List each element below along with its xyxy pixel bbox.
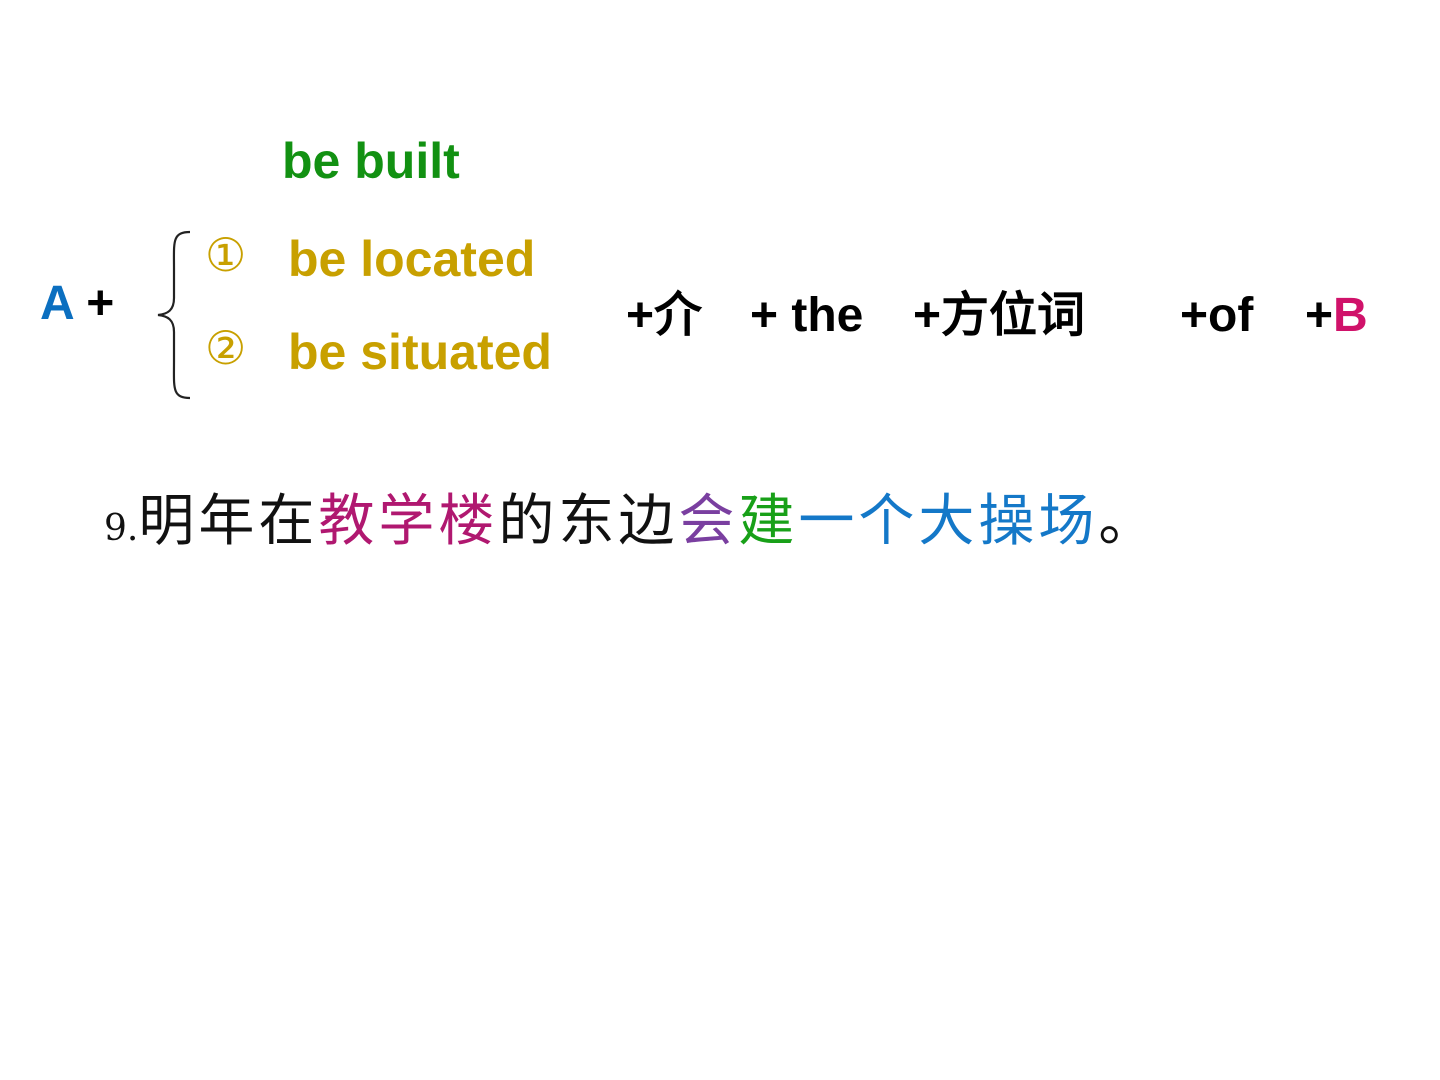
sentence-segment-playground: 一个大操场 — [798, 489, 1099, 554]
sentence-segment-time: 明年在 — [138, 489, 319, 554]
sentence-segment-direction: 的东边 — [498, 489, 679, 554]
be-built-phrase: be built — [282, 133, 460, 189]
formula-of: +of — [1180, 289, 1254, 342]
left-curly-brace — [157, 230, 191, 400]
letter-a: A — [40, 277, 73, 330]
plus-sign: + — [72, 277, 115, 330]
formula-the: + the — [750, 289, 864, 342]
formula-b: +B — [1305, 292, 1368, 340]
sentence-period: 。 — [1098, 489, 1159, 554]
sentence-segment-build: 建 — [738, 489, 799, 554]
sentence-segment-building: 教学楼 — [318, 489, 499, 554]
option-1-text: be located — [288, 231, 536, 287]
option-2-text: be situated — [288, 324, 552, 380]
formula-preposition: +介 — [626, 289, 703, 342]
option-1-marker: ① — [205, 228, 247, 282]
letter-b: B — [1333, 289, 1368, 342]
subject-a-label: A + — [40, 280, 114, 328]
exercise-number: 9. — [104, 508, 139, 549]
sentence-segment-will: 会 — [678, 489, 739, 554]
exercise-sentence: 9.明年在教学楼的东边会建一个大操场。 — [104, 494, 1158, 550]
option-2-marker: ② — [205, 321, 247, 375]
formula-b-plus: + — [1305, 289, 1334, 342]
formula-direction-word: +方位词 — [913, 289, 1086, 342]
